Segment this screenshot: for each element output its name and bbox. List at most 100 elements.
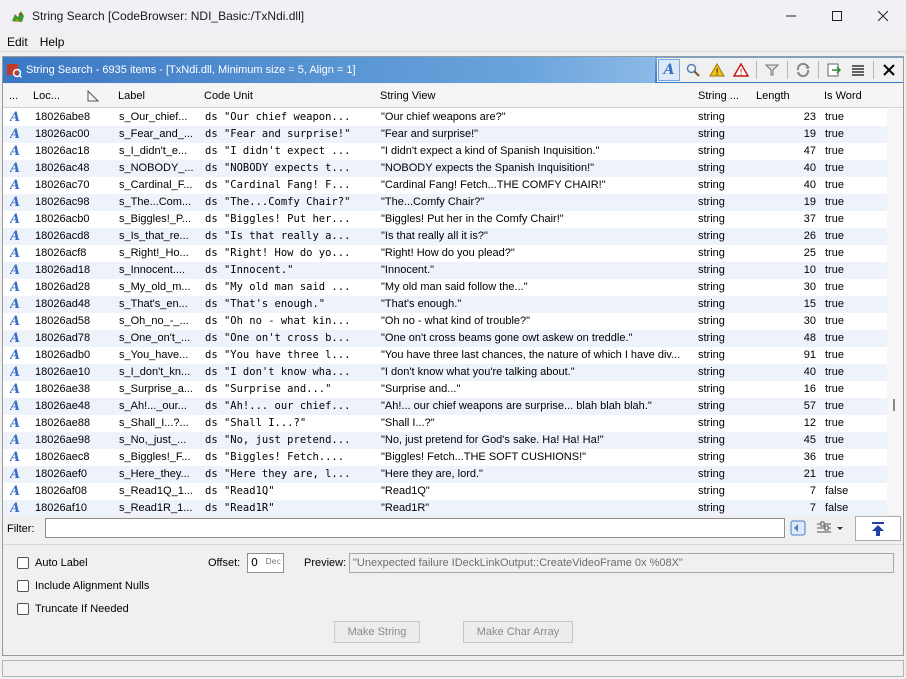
scroll-to-top-icon[interactable] [855, 516, 901, 541]
table-row[interactable]: A 18026aef0 s_Here_they... ds "Here they ar… [3, 466, 887, 483]
make-selection-icon[interactable] [823, 59, 845, 81]
cell-length: 16 [803, 383, 816, 395]
status-bar [0, 658, 906, 679]
close-panel-icon[interactable] [878, 59, 900, 81]
menu-edit[interactable]: Edit [0, 35, 34, 49]
show-strings-icon[interactable]: A [658, 59, 680, 81]
cell-label: s_Right!_Ho... [119, 247, 189, 259]
cell-string-type: string [698, 179, 725, 191]
table-row[interactable]: A 18026af08 s_Read1Q_1... ds "Read1Q" "Read1… [3, 483, 887, 500]
scrollbar-thumb[interactable] [893, 399, 895, 411]
table-row[interactable]: A 18026acf8 s_Right!_Ho... ds "Right! How d… [3, 245, 887, 262]
cell-string-view: "Read1Q" [381, 485, 430, 497]
column-header-location[interactable]: Loc... [33, 84, 83, 108]
cell-string-type: string [698, 383, 725, 395]
table-row[interactable]: A 18026ac18 s_I_didn't_e... ds "I didn't ex… [3, 143, 887, 160]
table-row[interactable]: A 18026ae88 s_Shall_I...?... ds "Shall I...… [3, 415, 887, 432]
cell-string-type: string [698, 434, 725, 446]
table-row[interactable]: A 18026ac70 s_Cardinal_F... ds "Cardinal Fa… [3, 177, 887, 194]
cell-code-unit: ds "I didn't expect ... [205, 145, 351, 157]
cell-string-type: string [698, 196, 725, 208]
cell-code-unit: ds "Read1R" [205, 502, 275, 514]
string-type-icon: A [10, 450, 21, 465]
cell-is-word: true [825, 196, 844, 208]
sort-icon[interactable] [87, 84, 101, 108]
cell-is-word: true [825, 332, 844, 344]
refresh-icon[interactable] [792, 59, 814, 81]
cell-string-type: string [698, 485, 725, 497]
column-header-type-icon[interactable]: ... [9, 84, 29, 108]
cell-label: s_I_didn't_e... [119, 145, 188, 157]
cell-location: 18026ac48 [35, 162, 90, 174]
table-row[interactable]: A 18026ad58 s_Oh_no_-_... ds "Oh no - what … [3, 313, 887, 330]
table-row[interactable]: A 18026ac98 s_The...Com... ds "The...Comfy … [3, 194, 887, 211]
auto-label-checkbox[interactable]: Auto Label [17, 557, 88, 569]
filter-label: Filter: [7, 523, 35, 535]
make-char-array-button[interactable]: Make Char Array [463, 621, 573, 643]
columns-icon[interactable] [847, 59, 869, 81]
cell-label: s_Ah!..._our... [119, 400, 187, 412]
filter-settings-icon[interactable] [815, 519, 845, 537]
cell-is-word: true [825, 349, 844, 361]
cell-is-word: true [825, 281, 844, 293]
table-row[interactable]: A 18026ad18 s_Innocent.... ds "Innocent." "I… [3, 262, 887, 279]
cell-code-unit: ds "Shall I...?" [205, 417, 307, 429]
table-row[interactable]: A 18026abe8 s_Our_chief... ds "Our chief we… [3, 109, 887, 126]
vertical-scrollbar[interactable] [887, 109, 903, 515]
cell-string-type: string [698, 502, 725, 514]
minimize-icon[interactable] [768, 0, 814, 32]
cell-code-unit: ds "The...Comfy Chair?" [205, 196, 351, 208]
table-row[interactable]: A 18026acd8 s_Is_that_re... ds "Is that rea… [3, 228, 887, 245]
column-header-string-view[interactable]: String View [380, 84, 690, 108]
menu-help[interactable]: Help [34, 35, 71, 49]
string-type-icon: A [10, 280, 21, 295]
cell-length: 91 [803, 349, 816, 361]
table-row[interactable]: A 18026aec8 s_Biggles!_F... ds "Biggles! Fe… [3, 449, 887, 466]
cell-length: 25 [803, 247, 816, 259]
filter-icon[interactable] [761, 59, 783, 81]
table-row[interactable]: A 18026ac48 s_NOBODY_... ds "NOBODY expects… [3, 160, 887, 177]
cell-length: 36 [803, 451, 816, 463]
column-header-code-unit[interactable]: Code Unit [204, 84, 374, 108]
cell-label: s_Oh_no_-_... [119, 315, 189, 327]
cell-string-view: "Shall I...?" [381, 417, 435, 429]
close-icon[interactable] [860, 0, 906, 32]
table-row[interactable]: A 18026ad28 s_My_old_m... ds "My old man sa… [3, 279, 887, 296]
warning-icon[interactable]: ! [706, 59, 728, 81]
include-alignment-nulls-checkbox[interactable]: Include Alignment Nulls [17, 580, 149, 592]
cell-code-unit: ds "Surprise and..." [205, 383, 332, 395]
cell-location: 18026ae38 [35, 383, 91, 395]
cell-code-unit: ds "Read1Q" [205, 485, 275, 497]
cell-string-view: "Biggles! Fetch...THE SOFT CUSHIONS!" [381, 451, 587, 463]
table-row[interactable]: A 18026adb0 s_You_have... ds "You have thre… [3, 347, 887, 364]
filter-input[interactable] [45, 518, 785, 538]
column-header-string-type[interactable]: String ... [698, 84, 753, 108]
table-row[interactable]: A 18026ae48 s_Ah!..._our... ds "Ah!... our … [3, 398, 887, 415]
column-header-is-word[interactable]: Is Word [824, 84, 884, 108]
table-row[interactable]: A 18026ae98 s_No,_just_... ds "No, just pre… [3, 432, 887, 449]
cell-string-view: "Ah!... our chief weapons are surprise..… [381, 400, 652, 412]
table-row[interactable]: A 18026ac00 s_Fear_and_... ds "Fear and sur… [3, 126, 887, 143]
filter-options-icon[interactable] [789, 519, 807, 537]
cell-string-type: string [698, 247, 725, 259]
error-icon[interactable]: ! [730, 59, 752, 81]
cell-label: s_Surprise_a... [119, 383, 193, 395]
table-row[interactable]: A 18026acb0 s_Biggles!_P... ds "Biggles! Pu… [3, 211, 887, 228]
column-header-length[interactable]: Length [756, 84, 816, 108]
include-alignment-nulls-text: Include Alignment Nulls [35, 580, 150, 592]
offset-input[interactable]: 0 Dec [247, 553, 284, 573]
cell-string-view: "No, just pretend for God's sake. Ha! Ha… [381, 434, 604, 446]
cell-location: 18026abe8 [35, 111, 91, 123]
truncate-if-needed-checkbox[interactable]: Truncate If Needed [17, 603, 129, 615]
search-icon[interactable] [682, 59, 704, 81]
make-string-button[interactable]: Make String [334, 621, 420, 643]
table-row[interactable]: A 18026ae38 s_Surprise_a... ds "Surprise an… [3, 381, 887, 398]
table-row[interactable]: A 18026ad78 s_One_on't_... ds "One on't cro… [3, 330, 887, 347]
maximize-icon[interactable] [814, 0, 860, 32]
cell-label: s_Innocent.... [119, 264, 186, 276]
column-header-label[interactable]: Label [118, 84, 198, 108]
table-row[interactable]: A 18026ae10 s_I_don't_kn... ds "I don't kno… [3, 364, 887, 381]
cell-length: 57 [803, 400, 816, 412]
table-row[interactable]: A 18026ad48 s_That's_en... ds "That's enoug… [3, 296, 887, 313]
table-row[interactable]: A 18026af10 s_Read1R_1... ds "Read1R" "Read1… [3, 500, 887, 515]
